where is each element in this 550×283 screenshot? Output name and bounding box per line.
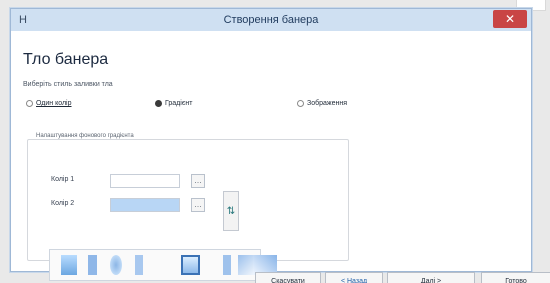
gradient-style-vertical[interactable] — [61, 255, 77, 275]
gradient-style-band[interactable] — [88, 255, 97, 275]
color1-label: Колір 1 — [51, 176, 75, 183]
close-button[interactable]: ✕ — [493, 10, 527, 28]
gradient-style-small-band[interactable] — [135, 255, 143, 275]
screen: Н Створення банера ✕ Тло банера Виберіть… — [0, 0, 550, 283]
radio-dot — [155, 100, 162, 107]
next-button[interactable]: Далі > — [387, 272, 475, 283]
close-icon: ✕ — [504, 12, 516, 26]
dialog-window: Н Створення банера ✕ Тло банера Виберіть… — [10, 8, 550, 283]
window-title: Створення банера — [223, 14, 319, 26]
radio-label-single-color: Один колір — [36, 100, 72, 107]
radio-dot — [297, 100, 304, 107]
radio-dot — [26, 100, 33, 107]
gradient-settings-group — [27, 139, 349, 261]
gradient-style-narrow[interactable] — [223, 255, 231, 275]
radio-gradient[interactable]: Градієнт — [155, 100, 192, 107]
done-button[interactable]: Готово — [481, 272, 550, 283]
swap-icon: ⇅ — [226, 205, 236, 217]
color1-swatch[interactable] — [110, 174, 180, 188]
gradient-settings-legend: Налаштування фонового градієнта — [33, 133, 137, 139]
radio-single-color[interactable]: Один колір — [26, 100, 72, 107]
color2-label: Колір 2 — [51, 200, 75, 207]
back-button[interactable]: < Назад — [325, 272, 383, 283]
instruction-text: Виберіть стиль заливки тла — [23, 81, 113, 88]
color1-picker-button[interactable]: … — [191, 174, 205, 188]
cancel-button[interactable]: Скасувати — [255, 272, 321, 283]
radio-label-gradient: Градієнт — [165, 100, 193, 107]
color2-swatch[interactable] — [110, 198, 180, 212]
page-title: Тло банера — [23, 51, 109, 68]
title-bar: Н Створення банера ✕ — [11, 9, 531, 31]
color2-picker-button[interactable]: … — [191, 198, 205, 212]
content-area: Тло банера Виберіть стиль заливки тла Од… — [11, 31, 550, 283]
gradient-style-radial[interactable] — [110, 255, 122, 275]
radio-image[interactable]: Зображення — [297, 100, 347, 107]
swap-colors-button[interactable]: ⇅ — [223, 191, 239, 231]
gradient-style-selected[interactable] — [181, 255, 200, 275]
radio-label-image: Зображення — [307, 100, 348, 107]
